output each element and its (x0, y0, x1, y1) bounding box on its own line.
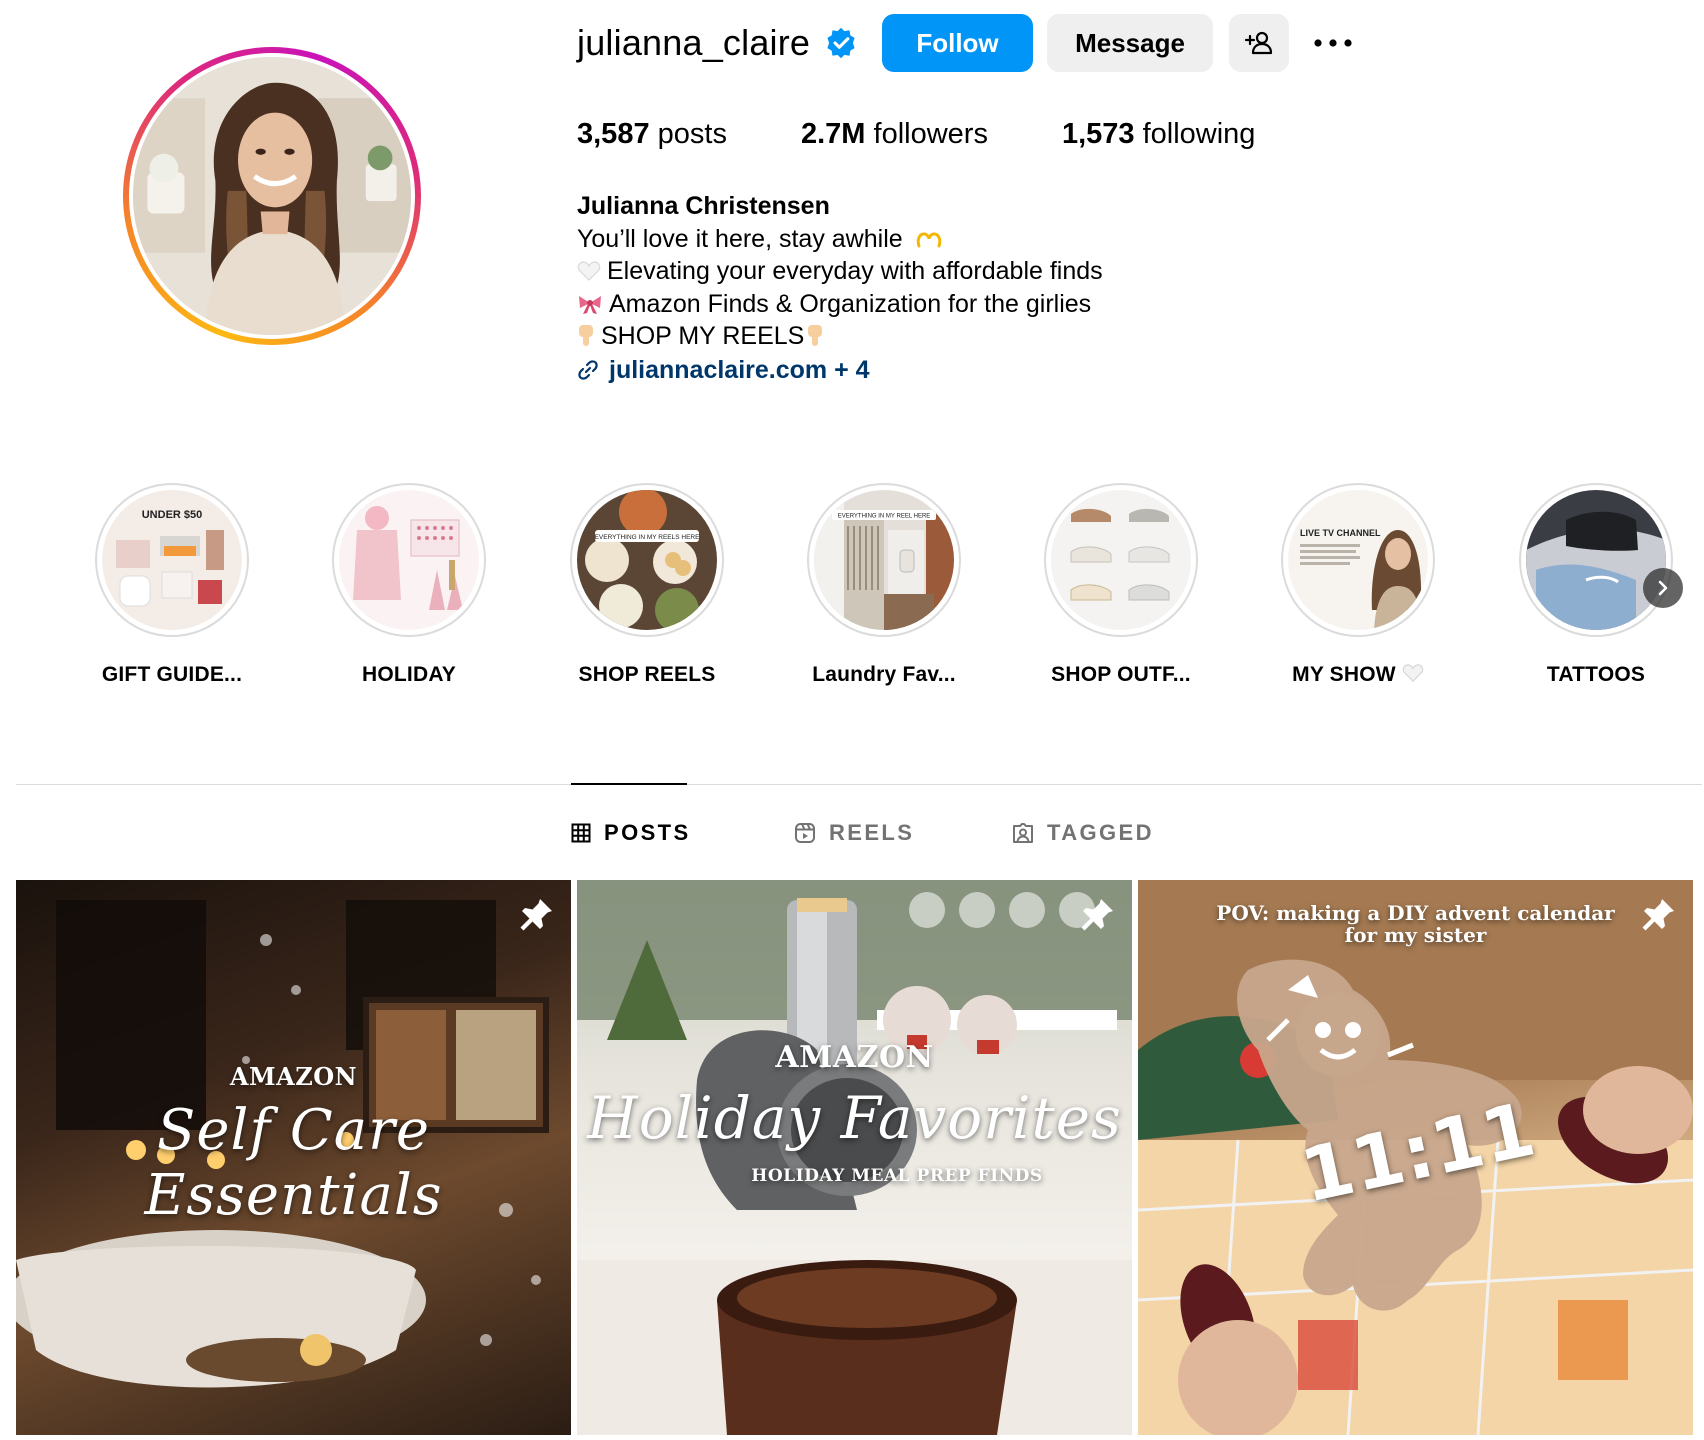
highlight-gift-guide[interactable]: UNDER $50 GIFT GUIDE... (82, 483, 262, 687)
highlight-thumb-text: LIVE TV CHANNEL (1300, 528, 1381, 538)
highlight-cover (339, 490, 479, 630)
highlight-cover (1051, 490, 1191, 630)
heart-hands-emoji-icon (916, 231, 941, 247)
pin-icon (520, 899, 552, 931)
highlight-label: SHOP REELS (578, 663, 716, 686)
message-button[interactable]: Message (1047, 14, 1213, 72)
highlight-label: SHOP OUTF... (1051, 663, 1191, 686)
highlight-cover: EVERYTHING IN MY REEL HERE (814, 490, 954, 630)
bio-link-row: juliannaclaire.com + 4 (577, 354, 1103, 387)
post-caption-line-2: for my sister (1344, 923, 1487, 947)
highlight-thumb-text: UNDER $50 (142, 509, 203, 521)
post-overlay-subtitle: HOLIDAY MEAL PREP FINDS (751, 1166, 1043, 1186)
post-overlay-title: AMAZON (229, 1062, 358, 1091)
pointing-down-emoji-icon (808, 325, 823, 346)
post-image (577, 880, 1132, 1435)
post-overlay-script: Self Care Essentials (144, 1098, 443, 1228)
post-caption-line-1: POV: making a DIY advent calendar (1216, 901, 1615, 925)
bio-line-1: You’ll love it here, stay awhile (577, 223, 1103, 256)
tab-tagged[interactable]: TAGGED (1012, 817, 1154, 849)
tabs-divider (16, 784, 1702, 785)
bio-line-3: Amazon Finds & Organization for the girl… (577, 288, 1103, 321)
username-row: julianna_claire (577, 14, 858, 72)
tab-posts[interactable]: POSTS (571, 817, 691, 849)
highlight-shop-reels[interactable]: EVERYTHING IN MY REELS HERE SHOP REELS (557, 483, 737, 687)
display-name: Julianna Christensen (577, 192, 830, 220)
highlights-next-button[interactable] (1643, 568, 1683, 608)
post-tile[interactable]: AMAZON Self Care Essentials (16, 880, 571, 1435)
active-tab-indicator (571, 783, 687, 785)
highlight-label: MY SHOW (1268, 663, 1448, 687)
highlight-label: HOLIDAY (362, 663, 456, 686)
highlight-holiday[interactable]: HOLIDAY (319, 483, 499, 687)
white-heart-emoji-icon (1402, 664, 1424, 682)
suggested-accounts-button[interactable] (1229, 14, 1289, 72)
highlight-my-show[interactable]: LIVE TV CHANNEL MY SHOW (1268, 483, 1448, 687)
story-highlights: UNDER $50 GIFT GUIDE... HOLIDAY EVERYTHI… (0, 483, 1704, 693)
post-overlay-script: Holiday Favorites (587, 1084, 1122, 1152)
highlight-cover (1526, 490, 1666, 630)
bio-line-4: SHOP MY REELS (577, 320, 1103, 353)
ribbon-emoji-icon (579, 295, 601, 314)
reels-icon (795, 823, 815, 843)
pointing-down-emoji-icon (579, 325, 593, 346)
grid-icon (571, 823, 591, 843)
tab-reels[interactable]: REELS (794, 817, 914, 849)
profile-stats: 3,587 posts 2.7M followers 1,573 followi… (577, 118, 1329, 160)
highlight-thumb-text: EVERYTHING IN MY REEL HERE (838, 514, 931, 520)
follow-button[interactable]: Follow (882, 14, 1033, 72)
pin-icon (1081, 899, 1113, 931)
pin-icon (1642, 899, 1674, 931)
highlight-laundry-favorites[interactable]: EVERYTHING IN MY REEL HERE Laundry Fav..… (794, 483, 974, 687)
chevron-right-icon (1658, 580, 1668, 596)
username[interactable]: julianna_claire (577, 22, 810, 64)
highlight-cover: UNDER $50 (102, 490, 242, 630)
highlight-cover: LIVE TV CHANNEL (1288, 490, 1428, 630)
add-person-icon (1244, 31, 1273, 55)
bio-external-link[interactable]: juliannaclaire.com + 4 (609, 354, 870, 387)
bio-line-2: Elevating your everyday with affordable … (577, 255, 1103, 288)
highlight-label: Laundry Fav... (812, 663, 956, 686)
highlight-thumb-text: EVERYTHING IN MY REELS HERE (595, 534, 701, 541)
highlight-label: GIFT GUIDE... (101, 663, 243, 686)
link-icon (578, 360, 598, 380)
post-overlay-title: AMAZON (775, 1040, 934, 1075)
posts-count: 3,587 posts (577, 118, 727, 150)
verified-badge-icon (827, 27, 855, 59)
following-count[interactable]: 1,573 following (1062, 118, 1255, 160)
more-icon (1314, 39, 1352, 47)
highlight-cover: EVERYTHING IN MY REELS HERE (577, 490, 717, 630)
highlight-shop-outfits[interactable]: SHOP OUTF... (1031, 483, 1211, 687)
more-options-button[interactable] (1308, 14, 1358, 72)
avatar-image (133, 57, 411, 335)
tagged-icon (1013, 823, 1033, 843)
profile-avatar[interactable] (123, 47, 421, 345)
profile-bio: Julianna Christensen You’ll love it here… (577, 190, 1103, 386)
post-tile[interactable]: AMAZON Holiday Favorites HOLIDAY MEAL PR… (577, 880, 1132, 1435)
post-tile[interactable]: POV: making a DIY advent calendar for my… (1138, 880, 1693, 1435)
avatar-photo (133, 57, 411, 335)
followers-count[interactable]: 2.7M followers (801, 118, 988, 160)
highlight-label: TATTOOS (1546, 663, 1646, 686)
white-heart-emoji-icon (577, 261, 601, 281)
